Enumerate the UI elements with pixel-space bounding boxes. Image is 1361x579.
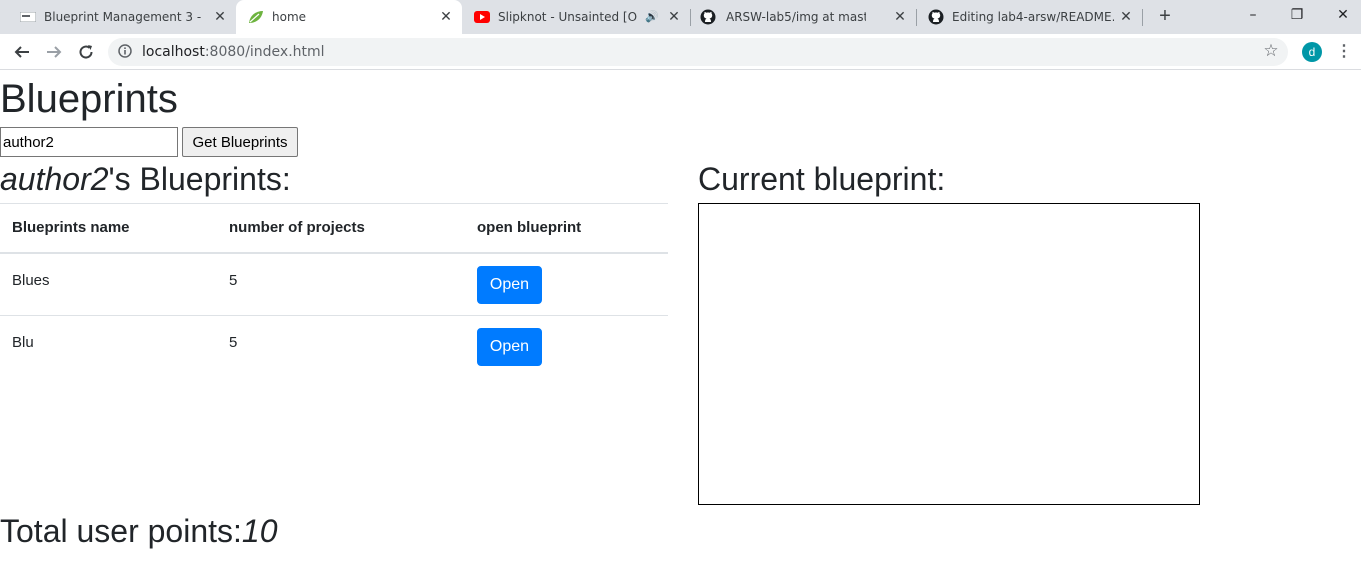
open-blueprint-button[interactable]: Open [477, 265, 542, 304]
spring-leaf-icon [248, 10, 264, 24]
browser-tab-strip: Blueprint Management 3 - Hea ✕ home ✕ Sl… [0, 0, 1361, 34]
blueprint-name: Blu [12, 334, 34, 351]
table-header-row: Blueprints name number of projects open … [0, 203, 668, 254]
minimize-button[interactable]: – [1239, 4, 1267, 26]
tab-title: ARSW-lab5/img at master · luis [726, 10, 866, 24]
restore-button[interactable]: ❐ [1283, 4, 1311, 26]
blueprint-points-cell: 5 [217, 252, 465, 316]
tab-title: Slipknot - Unsainted [OFFI [498, 10, 638, 24]
tab-home[interactable]: home ✕ [236, 0, 462, 34]
browser-toolbar: localhost:8080/index.html ☆ d ⋮ [0, 34, 1361, 70]
blueprint-points: 5 [229, 271, 238, 289]
total-points-value: 10 [241, 513, 278, 549]
reload-icon [79, 45, 93, 59]
tab-arsw-lab5[interactable]: ARSW-lab5/img at master · luis ✕ [690, 0, 916, 34]
close-tab-icon[interactable]: ✕ [438, 9, 454, 25]
open-cell: Open [465, 316, 668, 379]
back-button[interactable] [10, 40, 34, 64]
close-tab-icon[interactable]: ✕ [666, 9, 682, 25]
blueprint-canvas[interactable] [698, 203, 1200, 505]
bookmark-star-icon[interactable]: ☆ [1262, 42, 1280, 60]
blueprint-name-cell: Blu [0, 316, 217, 379]
tab-slipknot[interactable]: Slipknot - Unsainted [OFFI 🔊 ✕ [464, 0, 690, 34]
url-host: localhost [142, 44, 205, 60]
close-tab-icon[interactable]: ✕ [892, 9, 908, 25]
table-row: Blues 5 Open [0, 252, 668, 316]
column-header-name: Blueprints name [0, 203, 217, 254]
tab-divider [1142, 9, 1143, 26]
speaker-icon[interactable]: 🔊 [644, 9, 660, 25]
menu-kebab-icon[interactable]: ⋮ [1336, 42, 1352, 62]
open-cell: Open [465, 252, 668, 316]
blueprint-points: 5 [229, 334, 238, 351]
blueprint-points-cell: 5 [217, 316, 465, 379]
close-tab-icon[interactable]: ✕ [212, 9, 228, 25]
author-name: author2 [0, 161, 109, 197]
get-blueprints-button[interactable]: Get Blueprints [182, 127, 298, 157]
tab-blueprint-management[interactable]: Blueprint Management 3 - Hea ✕ [8, 0, 234, 34]
reload-button[interactable] [74, 40, 98, 64]
tab-title: home [272, 10, 307, 24]
author-input[interactable] [0, 127, 178, 157]
close-window-button[interactable]: ✕ [1329, 4, 1357, 26]
profile-avatar[interactable]: d [1302, 42, 1322, 62]
page-content: Blueprints Get Blueprints author2's Blue… [0, 71, 1361, 579]
youtube-icon [474, 10, 490, 24]
address-bar[interactable]: localhost:8080/index.html [108, 38, 1288, 66]
author-blueprints-heading: author2's Blueprints: [0, 159, 291, 199]
forward-button[interactable] [42, 40, 66, 64]
blueprint-name-cell: Blues [0, 252, 217, 316]
author-heading-suffix: 's Blueprints: [108, 161, 291, 197]
back-arrow-icon [14, 46, 29, 58]
tab-editing-readme[interactable]: Editing lab4-arsw/README.md ✕ [916, 0, 1142, 34]
tab-title: Editing lab4-arsw/README.md [952, 10, 1114, 24]
info-icon[interactable] [118, 44, 132, 63]
open-blueprint-button[interactable]: Open [477, 328, 542, 366]
url-path: :8080/index.html [204, 44, 325, 60]
blueprints-table: Blueprints name number of projects open … [0, 203, 668, 379]
column-header-points: number of projects [217, 203, 465, 254]
total-points-label: Total user points: [0, 513, 242, 549]
tab-title: Blueprint Management 3 - Hea [44, 10, 204, 24]
url-text[interactable]: localhost:8080/index.html [142, 45, 325, 59]
column-header-open: open blueprint [465, 203, 668, 254]
close-tab-icon[interactable]: ✕ [1118, 9, 1134, 25]
current-blueprint-heading: Current blueprint: [698, 161, 946, 197]
page-title: Blueprints [0, 77, 178, 121]
github-icon [700, 9, 716, 25]
blueprint-name: Blues [12, 271, 50, 289]
new-tab-button[interactable]: + [1155, 6, 1175, 26]
page-icon [20, 10, 36, 24]
total-user-points: Total user points:10 [0, 511, 278, 551]
table-row: Blu 5 Open [0, 316, 668, 379]
github-icon [928, 9, 944, 25]
forward-arrow-icon [47, 46, 62, 58]
